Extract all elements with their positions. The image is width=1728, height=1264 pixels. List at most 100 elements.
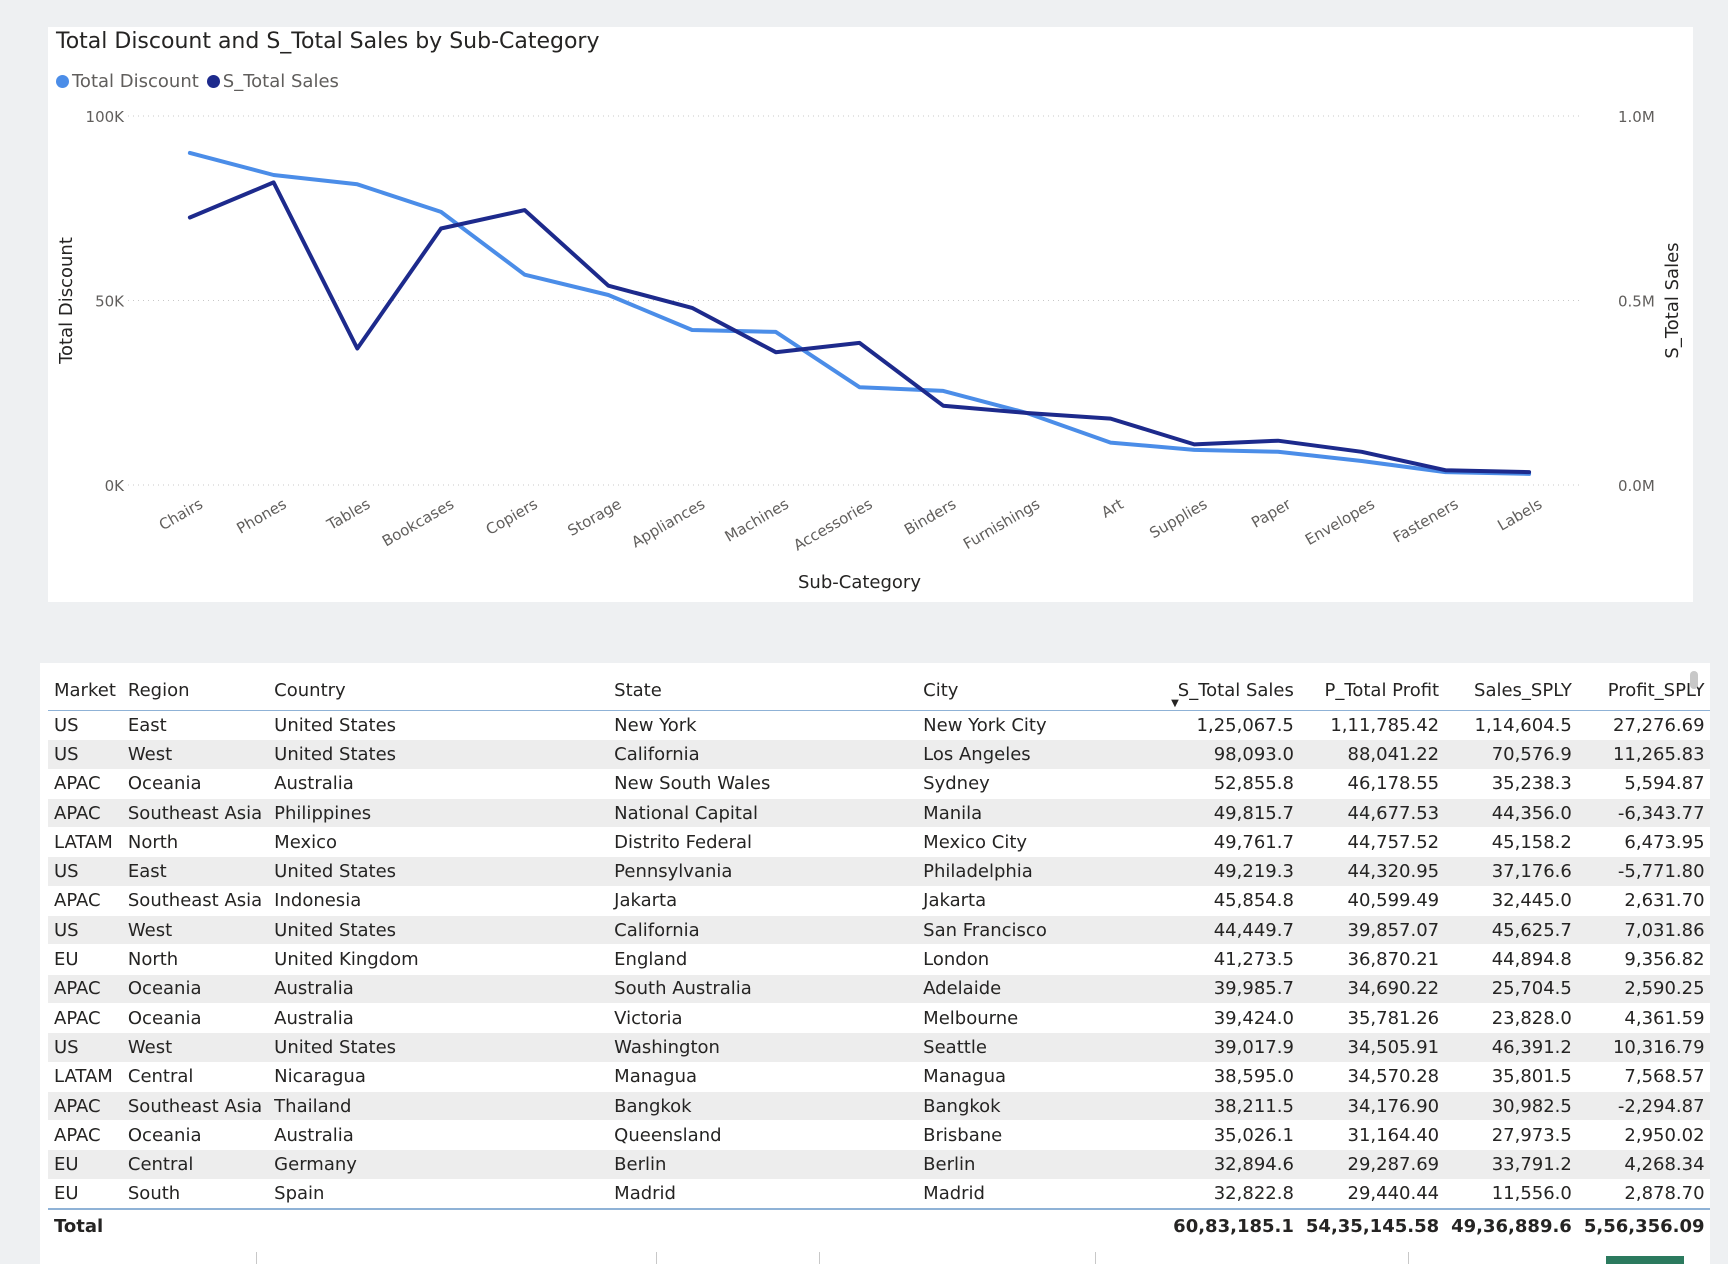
table-cell: 34,570.28 — [1299, 1062, 1446, 1092]
total-cell: 49,36,889.6 — [1445, 1208, 1578, 1243]
y-axis-tick-label: 100K — [86, 108, 126, 126]
table-row[interactable]: US East United States Pennsylvania Philadelp… — [48, 856, 1710, 887]
y2-axis-tick-label: 0.0M — [1618, 477, 1655, 495]
table-cell: 31,164.40 — [1299, 1120, 1446, 1151]
table-cell: 45,854.8 — [1167, 886, 1300, 917]
table-cell: Nicaragua — [268, 1062, 609, 1092]
table-cell: Southeast Asia — [121, 886, 269, 917]
column-divider — [1095, 1252, 1096, 1264]
column-header-city[interactable]: City — [917, 671, 1168, 711]
table-row[interactable]: LATAM North Mexico Distrito Federal Mexico C… — [48, 827, 1710, 858]
column-header-s-total-sales[interactable]: S_Total Sales ▼ — [1167, 671, 1300, 711]
table-row[interactable]: APAC Oceania Australia Queensland Brisbane 35… — [48, 1120, 1710, 1151]
table-cell: LATAM — [48, 1062, 122, 1092]
table-cell: California — [608, 915, 918, 946]
table-cell: New York — [608, 710, 918, 741]
column-header-p-total-profit[interactable]: P_Total Profit — [1299, 671, 1446, 711]
table-row[interactable]: LATAM Central Nicaragua Managua Managua 38,59… — [48, 1062, 1710, 1092]
x-axis-tick-label: Phones — [234, 495, 290, 538]
table-cell: Washington — [608, 1032, 918, 1063]
table-cell: North — [121, 827, 269, 858]
table-cell: Southeast Asia — [121, 1091, 269, 1122]
table-cell: 35,801.5 — [1445, 1062, 1578, 1092]
table-cell: 34,176.90 — [1299, 1091, 1446, 1122]
y-axis-tick-label: 0K — [105, 477, 126, 495]
column-header-state[interactable]: State — [608, 671, 918, 711]
table-row[interactable]: US West United States California San Francis… — [48, 915, 1710, 946]
column-header-label: City — [923, 680, 959, 701]
x-axis-tick-label: Copiers — [483, 495, 541, 539]
table-cell: APAC — [48, 769, 122, 799]
total-cell: Total — [48, 1208, 122, 1243]
table-row[interactable]: APAC Southeast Asia Indonesia Jakarta Jakart… — [48, 886, 1710, 917]
table-cell: Australia — [268, 1003, 609, 1034]
table-cell: 36,870.21 — [1299, 944, 1446, 975]
x-axis-tick-label: Art — [1098, 495, 1126, 522]
table-cell: Berlin — [917, 1149, 1168, 1180]
table-cell: Mexico City — [917, 827, 1168, 858]
horizontal-scrollbar[interactable] — [1606, 1256, 1684, 1264]
column-header-label: State — [614, 680, 662, 701]
table-cell: US — [48, 915, 122, 946]
table-row[interactable]: EU North United Kingdom England London 41,273… — [48, 944, 1710, 975]
x-axis-tick-label: Machines — [722, 495, 792, 546]
column-header-market[interactable]: Market — [48, 671, 122, 711]
table-cell: US — [48, 1032, 122, 1063]
table-row[interactable]: APAC Southeast Asia Philippines National Ca… — [48, 798, 1710, 829]
table-row[interactable]: US East United States New York New York City… — [48, 710, 1710, 741]
table-cell: Spain — [268, 1179, 609, 1210]
table-cell: 5,594.87 — [1577, 769, 1710, 799]
column-header-label: Country — [274, 680, 346, 701]
table-cell: 49,219.3 — [1167, 856, 1300, 887]
table-cell: EU — [48, 1179, 122, 1210]
x-axis-tick-label: Paper — [1248, 494, 1295, 531]
table-cell: US — [48, 856, 122, 887]
table-cell: National Capital — [608, 798, 918, 829]
table-cell: Central — [121, 1149, 269, 1180]
table-row[interactable]: US West United States California Los Angeles… — [48, 739, 1710, 770]
table-cell: Oceania — [121, 769, 269, 799]
table-cell: 32,445.0 — [1445, 886, 1578, 917]
table-cell: 1,11,785.42 — [1299, 710, 1446, 741]
column-header-region[interactable]: Region — [121, 671, 269, 711]
table-row[interactable]: APAC Oceania Australia Victoria Melbourne 39,… — [48, 1003, 1710, 1034]
table-cell: APAC — [48, 974, 122, 1004]
table-cell: 1,25,067.5 — [1167, 710, 1300, 741]
table-body: US East United States New York New York City… — [48, 710, 1710, 1243]
table-cell: 29,287.69 — [1299, 1149, 1446, 1180]
column-header-label: S_Total Sales — [1177, 680, 1294, 701]
table-cell: 44,894.8 — [1445, 944, 1578, 975]
table-row[interactable]: APAC Oceania Australia New South Wales Sydne… — [48, 769, 1710, 799]
table-row[interactable]: APAC Oceania Australia South Australia Adela… — [48, 974, 1710, 1004]
table-cell: West — [121, 739, 269, 770]
column-header-sales-sply[interactable]: Sales_SPLY — [1445, 671, 1578, 711]
x-axis-tick-label: Appliances — [628, 495, 708, 551]
total-cell — [121, 1208, 269, 1243]
table-cell: Seattle — [917, 1032, 1168, 1063]
table-visual[interactable]: Market Region Country State City S_Total Sale… — [40, 663, 1710, 1264]
table-cell: 11,556.0 — [1445, 1179, 1578, 1210]
table-row[interactable]: US West United States Washington Seattle 39,0… — [48, 1032, 1710, 1063]
table-cell: West — [121, 1032, 269, 1063]
table-cell: 38,211.5 — [1167, 1091, 1300, 1122]
table-cell: 45,625.7 — [1445, 915, 1578, 946]
table-cell: South — [121, 1179, 269, 1210]
table-cell: 7,031.86 — [1577, 915, 1710, 946]
table-cell: 46,391.2 — [1445, 1032, 1578, 1063]
table-cell: Philippines — [268, 798, 609, 829]
column-header-country[interactable]: Country — [268, 671, 609, 711]
table-row[interactable]: EU Central Germany Berlin Berlin 32,894.6 29,2… — [48, 1149, 1710, 1180]
table-cell: Philadelphia — [917, 856, 1168, 887]
vertical-scrollbar[interactable] — [1690, 671, 1698, 689]
table-cell: 98,093.0 — [1167, 739, 1300, 770]
table-cell: APAC — [48, 886, 122, 917]
chart-plot-area: 0K50K100K0.0M0.5M1.0MChairs Phones Tables B… — [56, 108, 1683, 593]
table-cell: 44,757.52 — [1299, 827, 1446, 858]
table-cell: EU — [48, 944, 122, 975]
table-cell: United States — [268, 915, 609, 946]
table-row[interactable]: APAC Southeast Asia Thailand Bangkok Bangkok… — [48, 1091, 1710, 1122]
x-axis-tick-label: Supplies — [1146, 495, 1210, 542]
column-header-label: Market — [54, 680, 116, 701]
line-chart-visual[interactable]: Total Discount and S_Total Sales by Sub-… — [48, 27, 1693, 602]
table-row[interactable]: EU South Spain Madrid Madrid 32,822.8 29,440.4… — [48, 1179, 1710, 1210]
